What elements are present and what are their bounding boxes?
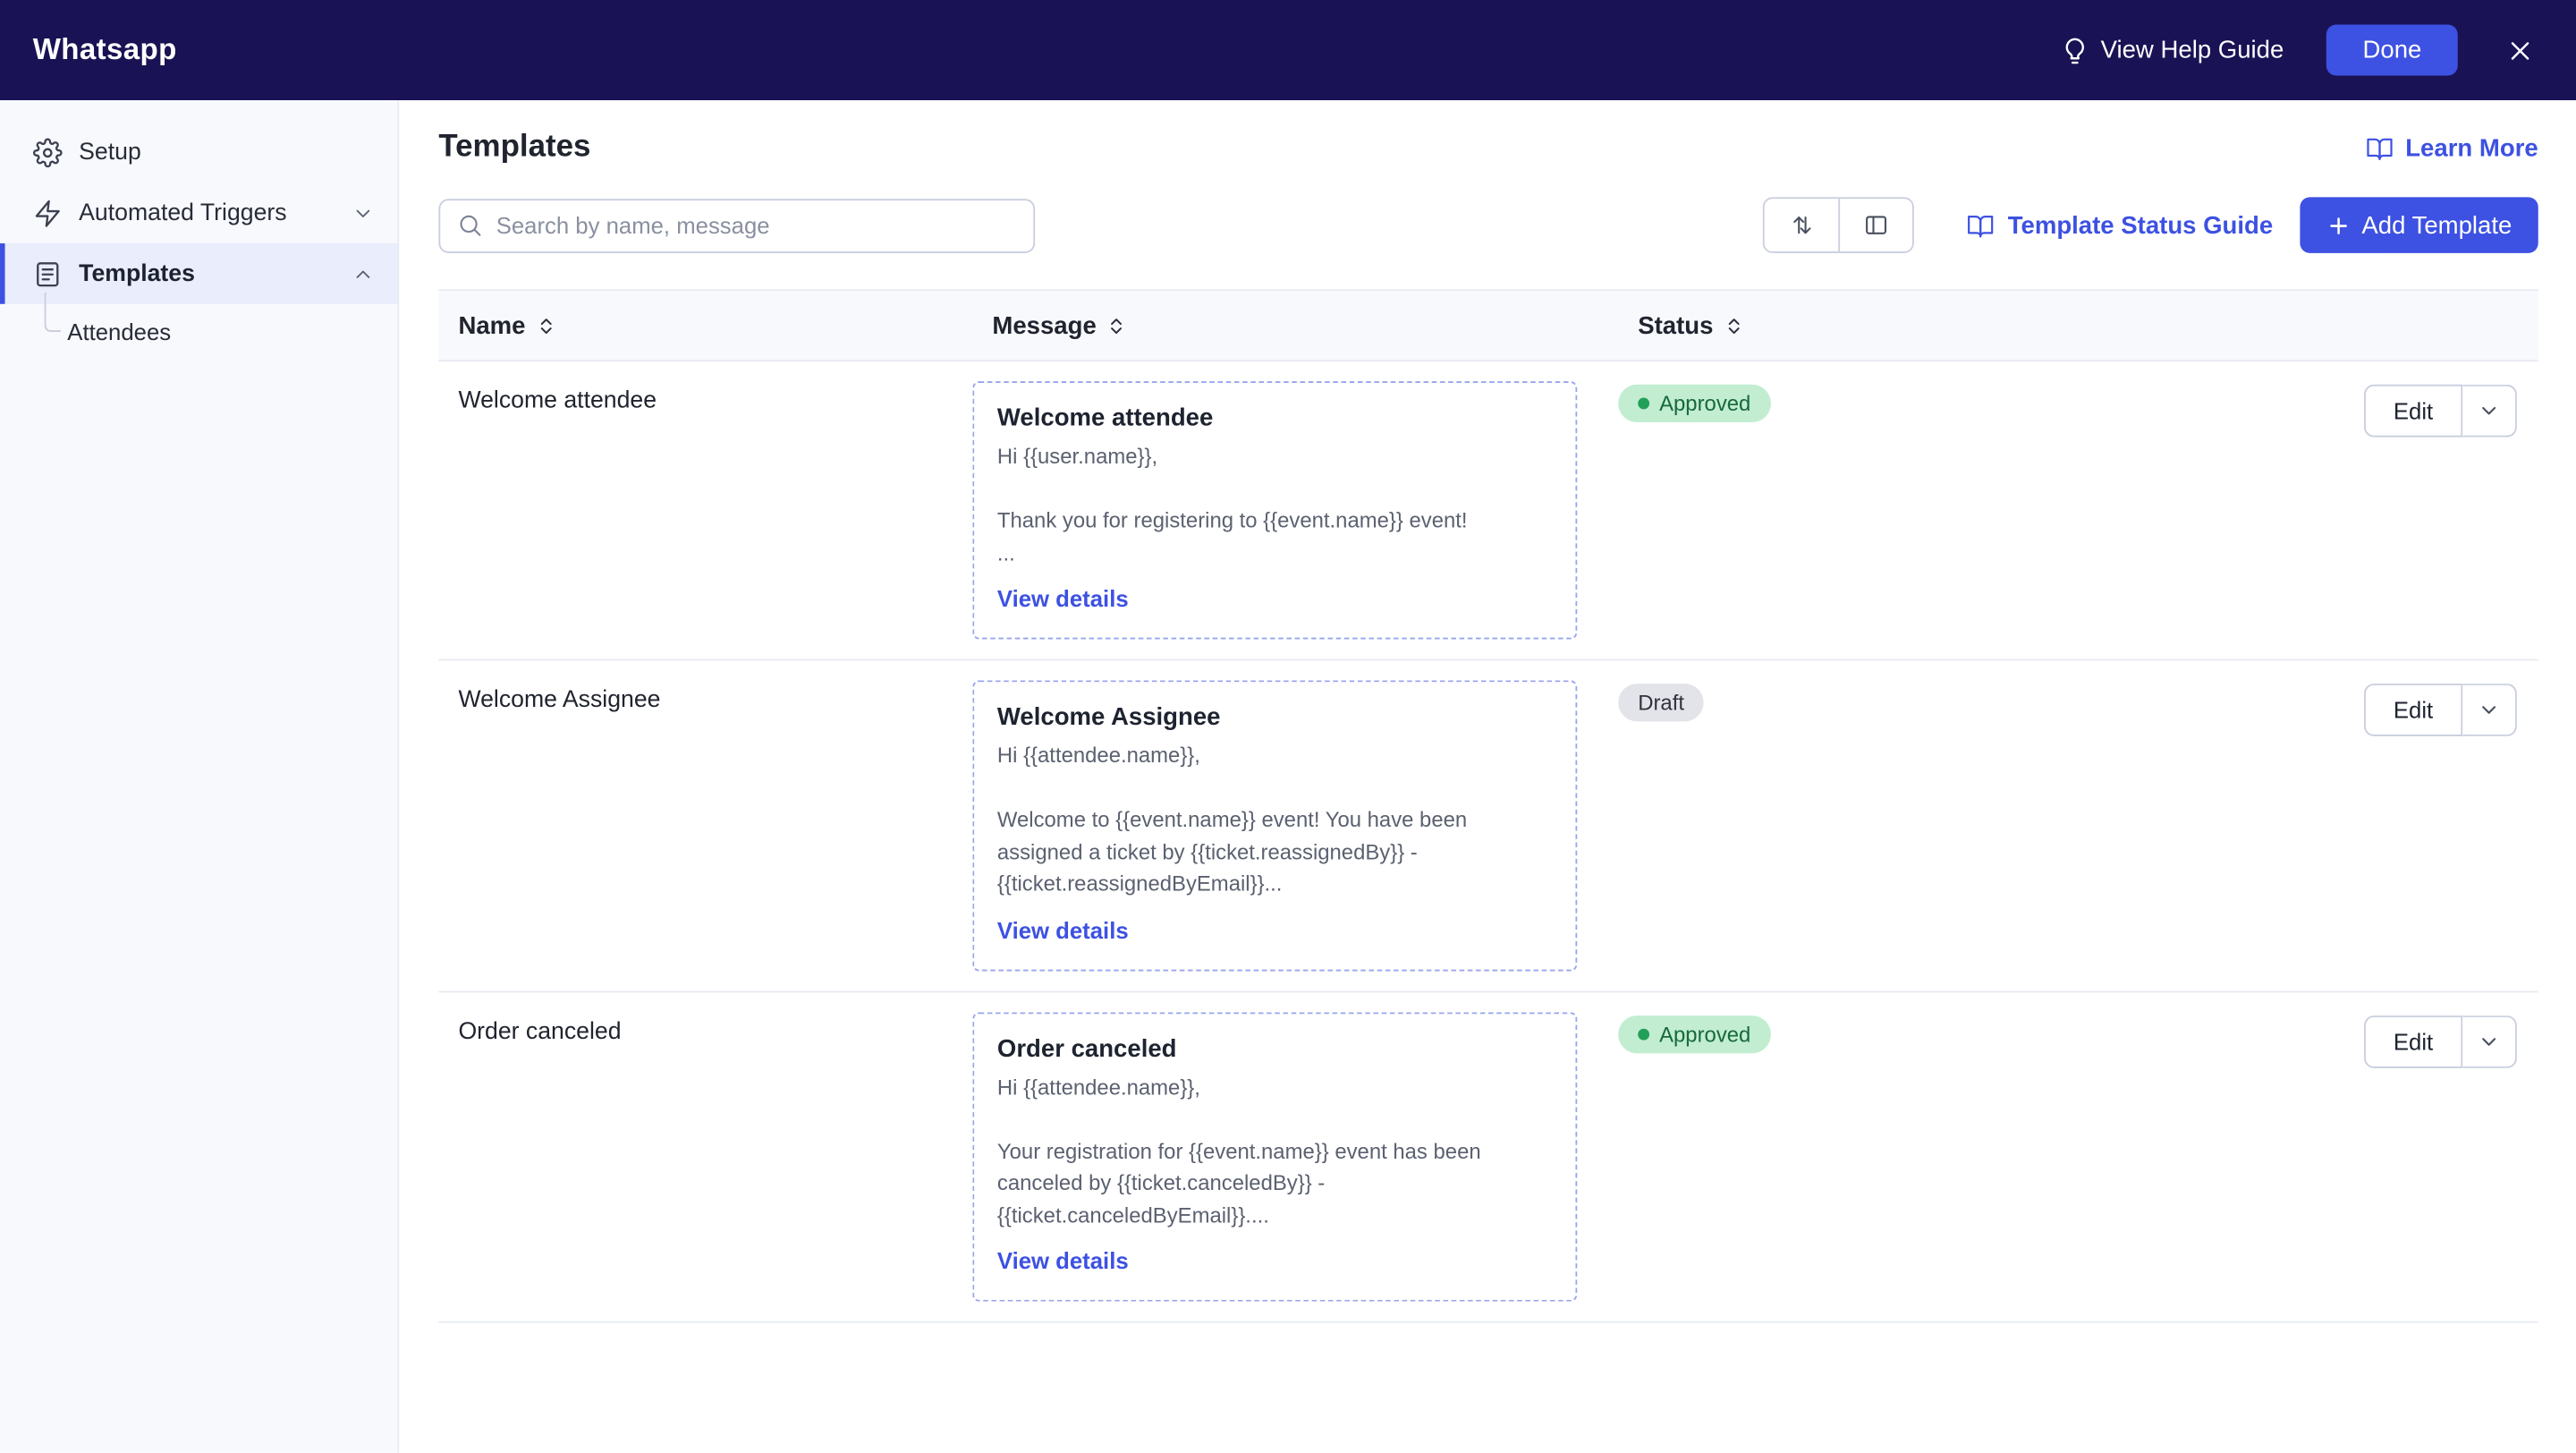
sort-icon (1723, 315, 1744, 336)
view-details-link[interactable]: View details (997, 916, 1129, 942)
sort-button[interactable] (1765, 199, 1839, 251)
status-dot (1638, 397, 1649, 409)
template-name: Welcome Assignee (438, 660, 972, 990)
edit-dropdown-button[interactable] (2462, 1015, 2517, 1067)
zap-icon (33, 198, 63, 227)
toolbar: Template Status Guide Add Template (438, 197, 2538, 252)
sidebar-item-label: Automated Triggers (79, 200, 286, 225)
edit-button[interactable]: Edit (2364, 1015, 2462, 1067)
page-title: Templates (438, 130, 590, 166)
column-header-name[interactable]: Name (438, 311, 972, 339)
main-content: Templates Learn More (399, 100, 2576, 1453)
learn-more-link[interactable]: Learn More (2366, 134, 2538, 162)
column-label: Status (1638, 311, 1713, 339)
status-dot (1638, 1028, 1649, 1040)
column-label: Message (992, 311, 1096, 339)
column-header-message[interactable]: Message (972, 311, 1618, 339)
learn-more-label: Learn More (2405, 134, 2538, 162)
view-details-link[interactable]: View details (997, 585, 1129, 611)
close-button[interactable] (2501, 30, 2540, 70)
sidebar-item-automated-triggers[interactable]: Automated Triggers (0, 183, 397, 243)
status-label: Approved (1659, 1022, 1750, 1047)
guide-book-icon (1967, 211, 1995, 239)
view-controls (1763, 197, 1914, 252)
tree-connector (45, 293, 61, 332)
template-status-guide-link[interactable]: Template Status Guide (1967, 211, 2273, 239)
app-title: Whatsapp (33, 33, 177, 68)
template-icon (33, 259, 63, 288)
column-header-status[interactable]: Status (1618, 311, 2321, 339)
chevron-down-icon (2478, 699, 2501, 722)
sort-icon (1106, 315, 1128, 336)
chevron-up-icon (352, 262, 375, 285)
template-status-guide-label: Template Status Guide (2008, 211, 2273, 239)
chevron-down-icon (2478, 399, 2501, 422)
edit-button[interactable]: Edit (2364, 684, 2462, 736)
template-name: Order canceled (438, 991, 972, 1321)
columns-icon (1863, 212, 1889, 238)
search-icon (457, 211, 483, 237)
view-help-guide-link[interactable]: View Help Guide (2060, 35, 2284, 64)
plus-icon (2326, 213, 2351, 238)
message-body: Hi {{attendee.name}}, Welcome to {{event… (997, 740, 1553, 900)
topbar: Whatsapp View Help Guide Done (0, 0, 2576, 100)
table-row: Welcome Assignee Welcome Assignee Hi {{a… (438, 660, 2538, 991)
edit-split-button: Edit (2364, 1015, 2517, 1067)
templates-table: Name Message Status (438, 289, 2538, 1322)
table-row: Order canceled Order canceled Hi {{atten… (438, 991, 2538, 1322)
message-title: Order canceled (997, 1034, 1553, 1062)
message-title: Welcome attendee (997, 404, 1553, 432)
sidebar: Setup Automated Triggers Templates Atten… (0, 100, 399, 1453)
message-preview-card: Welcome Assignee Hi {{attendee.name}}, W… (972, 680, 1577, 970)
columns-button[interactable] (1839, 199, 1913, 251)
view-help-guide-label: View Help Guide (2101, 36, 2284, 64)
add-template-label: Add Template (2361, 211, 2512, 239)
chevron-down-icon (352, 201, 375, 225)
template-name: Welcome attendee (438, 361, 972, 659)
sort-icon (536, 315, 557, 336)
table-row: Welcome attendee Welcome attendee Hi {{u… (438, 361, 2538, 660)
view-details-link[interactable]: View details (997, 1247, 1129, 1273)
sidebar-item-label: Templates (79, 260, 195, 286)
message-preview-card: Order canceled Hi {{attendee.name}}, You… (972, 1012, 1577, 1302)
lightbulb-icon (2060, 35, 2089, 64)
sidebar-item-label: Attendees (67, 319, 171, 344)
search-input[interactable] (438, 198, 1035, 252)
status-badge: Draft (1618, 684, 1704, 721)
sidebar-item-label: Setup (79, 139, 141, 165)
book-icon (2366, 134, 2394, 162)
edit-dropdown-button[interactable] (2462, 385, 2517, 438)
table-header: Name Message Status (438, 289, 2538, 361)
gear-icon (33, 137, 63, 166)
toolbar-right: Template Status Guide Add Template (1763, 197, 2538, 252)
status-badge: Approved (1618, 385, 1770, 422)
status-label: Approved (1659, 391, 1750, 416)
edit-button[interactable]: Edit (2364, 385, 2462, 438)
chevron-down-icon (2478, 1030, 2501, 1053)
message-body: Hi {{user.name}}, Thank you for register… (997, 440, 1553, 568)
edit-split-button: Edit (2364, 684, 2517, 736)
search-box (438, 198, 1035, 252)
column-label: Name (458, 311, 525, 339)
message-preview-card: Welcome attendee Hi {{user.name}}, Thank… (972, 381, 1577, 639)
topbar-actions: View Help Guide Done (2060, 25, 2540, 76)
whatsapp-settings-window: Whatsapp View Help Guide Done (0, 0, 2576, 1453)
sort-arrows-icon (1789, 212, 1815, 238)
edit-dropdown-button[interactable] (2462, 684, 2517, 736)
message-body: Hi {{attendee.name}}, Your registration … (997, 1071, 1553, 1231)
message-title: Welcome Assignee (997, 703, 1553, 731)
status-badge: Approved (1618, 1015, 1770, 1052)
close-icon (2507, 37, 2533, 63)
edit-split-button: Edit (2364, 385, 2517, 438)
sidebar-item-setup[interactable]: Setup (0, 122, 397, 183)
sidebar-item-attendees[interactable]: Attendees (0, 304, 397, 360)
done-button[interactable]: Done (2326, 25, 2458, 76)
add-template-button[interactable]: Add Template (2300, 197, 2538, 252)
status-label: Draft (1638, 690, 1684, 715)
